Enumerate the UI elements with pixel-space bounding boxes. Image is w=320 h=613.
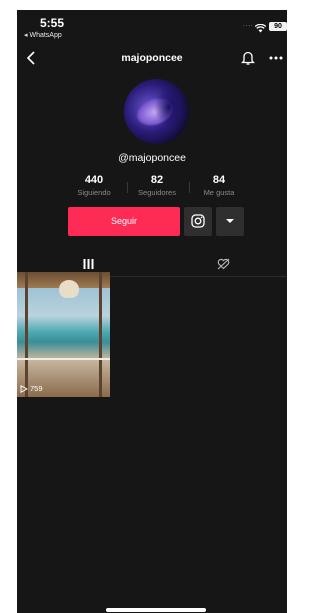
instagram-button[interactable]	[184, 207, 212, 236]
profile-stats: 440 Siguiendo 82 Seguidores 84 Me gusta	[17, 174, 287, 204]
follow-button[interactable]: Seguir	[68, 207, 180, 236]
suggested-accounts-button[interactable]	[216, 207, 244, 236]
stat-likes[interactable]: 84 Me gusta	[189, 174, 249, 197]
video-views: 759	[20, 384, 43, 393]
stat-value: 84	[212, 174, 226, 186]
stat-value: 440	[84, 174, 104, 186]
play-icon	[20, 384, 28, 393]
stat-followers[interactable]: 82 Seguidores	[127, 174, 187, 197]
cell-signal-icon: ....	[243, 22, 254, 28]
stat-label: Seguidores	[138, 188, 176, 197]
views-count: 759	[30, 384, 43, 393]
grid-icon	[83, 259, 94, 269]
profile-handle: @majoponcee	[118, 152, 186, 164]
battery-indicator: 90	[269, 22, 287, 31]
instagram-icon	[191, 214, 205, 228]
stat-label: Me gusta	[203, 188, 235, 197]
wifi-icon	[254, 20, 267, 38]
top-nav: majoponcee	[17, 48, 287, 70]
stat-value: 82	[150, 174, 164, 186]
status-time: 5:55	[40, 16, 65, 30]
caret-down-icon	[226, 219, 234, 223]
lamp-shape	[59, 280, 79, 298]
back-to-app-link[interactable]: ◂ WhatsApp	[24, 31, 62, 39]
hidden-heart-icon	[217, 258, 230, 270]
bell-icon[interactable]	[240, 50, 256, 71]
app-screen: 5:55 ◂ WhatsApp .... 90 majoponcee @majo…	[17, 10, 287, 613]
stat-label: Siguiendo	[77, 188, 111, 197]
status-bar: 5:55 ◂ WhatsApp .... 90	[17, 10, 287, 44]
home-indicator[interactable]	[106, 608, 206, 612]
more-options-icon[interactable]	[269, 50, 283, 71]
stat-following[interactable]: 440 Siguiendo	[64, 174, 124, 197]
tab-liked[interactable]	[199, 250, 247, 277]
video-thumbnail[interactable]: 759	[17, 272, 110, 397]
avatar[interactable]	[124, 79, 189, 144]
